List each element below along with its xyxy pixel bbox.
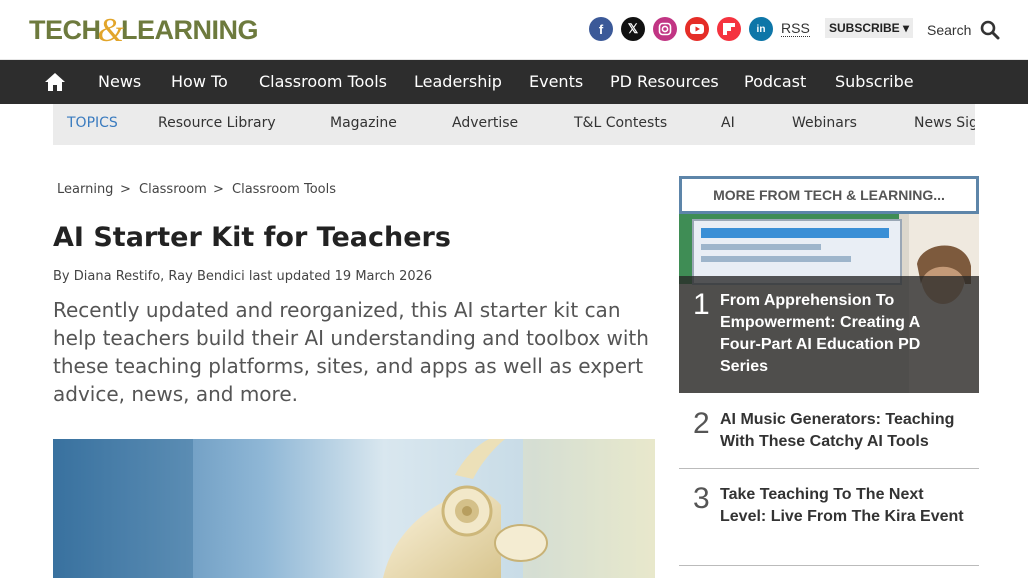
byline-prefix: By (53, 269, 70, 284)
topic-news-signup[interactable]: News Sig (914, 104, 975, 145)
topic-tl-contests[interactable]: T&L Contests (574, 104, 667, 145)
nav-item-classroom-tools[interactable]: Classroom Tools (259, 60, 387, 104)
dropdown-arrow-icon: ▾ (903, 21, 910, 35)
topic-magazine[interactable]: Magazine (330, 104, 397, 145)
sidebar-heading: MORE FROM TECH & LEARNING... (679, 176, 979, 214)
sidebar-item-number: 1 (693, 288, 710, 321)
nav-item-how-to[interactable]: How To (171, 60, 228, 104)
site-logo[interactable]: TECH & LEARNING (29, 12, 258, 49)
sidebar-item-title[interactable]: AI Music Generators: Teaching With These… (720, 409, 965, 453)
main-nav: News How To Classroom Tools Leadership E… (0, 60, 1028, 104)
byline-updated: last updated 19 March 2026 (248, 269, 433, 284)
sidebar-item-number: 3 (693, 482, 710, 515)
topic-advertise[interactable]: Advertise (452, 104, 518, 145)
flipboard-icon[interactable] (717, 17, 741, 41)
sidebar-divider (679, 468, 979, 469)
social-links: f 𝕏 in (589, 17, 773, 41)
article-byline: By Diana Restifo, Ray Bendici last updat… (53, 269, 432, 284)
breadcrumb-item[interactable]: Learning (57, 182, 113, 197)
topic-ai[interactable]: AI (721, 104, 735, 145)
search-icon (981, 20, 1000, 40)
hero-image (53, 439, 655, 578)
subscribe-label: SUBSCRIBE (829, 21, 900, 35)
article-lede: Recently updated and reorganized, this A… (53, 298, 649, 406)
nav-item-leadership[interactable]: Leadership (414, 60, 502, 104)
nav-item-podcast[interactable]: Podcast (744, 60, 806, 104)
subscribe-dropdown[interactable]: SUBSCRIBE ▾ (825, 18, 914, 38)
linkedin-icon[interactable]: in (749, 17, 773, 41)
nav-item-events[interactable]: Events (529, 60, 583, 104)
breadcrumb-separator: > (120, 182, 131, 197)
nav-item-subscribe[interactable]: Subscribe (835, 60, 914, 104)
search-button[interactable]: Search (927, 20, 1000, 40)
site-header: TECH & LEARNING f 𝕏 in RSS SUBSCRIBE ▾ Sea… (0, 0, 1028, 60)
rss-link[interactable]: RSS (781, 20, 810, 37)
x-icon[interactable]: 𝕏 (621, 17, 645, 41)
facebook-icon[interactable]: f (589, 17, 613, 41)
sidebar-item-title[interactable]: Take Teaching To The Next Level: Live Fr… (720, 484, 965, 528)
sidebar-item-number: 2 (693, 407, 710, 440)
article-title: AI Starter Kit for Teachers (53, 222, 451, 253)
topic-resource-library[interactable]: Resource Library (158, 104, 276, 145)
sidebar-divider (679, 565, 979, 566)
topics-bar: TOPICS Resource Library Magazine Adverti… (53, 104, 975, 145)
sidebar-item-title[interactable]: From Apprehension To Empowerment: Creati… (720, 290, 965, 378)
topic-webinars[interactable]: Webinars (792, 104, 857, 145)
instagram-icon[interactable] (653, 17, 677, 41)
search-label: Search (927, 22, 972, 38)
breadcrumb-item[interactable]: Classroom (139, 182, 207, 197)
breadcrumb-item[interactable]: Classroom Tools (232, 182, 336, 197)
topics-label: TOPICS (67, 115, 118, 131)
home-icon[interactable] (44, 71, 66, 93)
youtube-icon[interactable] (685, 17, 709, 41)
byline-authors[interactable]: Diana Restifo, Ray Bendici (74, 269, 245, 284)
nav-item-news[interactable]: News (98, 60, 141, 104)
breadcrumb-separator: > (213, 182, 224, 197)
nav-item-pd-resources[interactable]: PD Resources (610, 60, 719, 104)
